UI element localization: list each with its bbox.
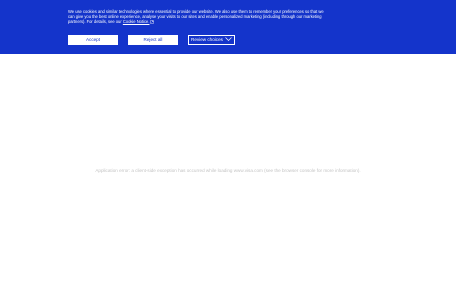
cookie-description: We use cookies and similar technologies … xyxy=(68,9,324,25)
chevron-down-icon xyxy=(225,37,232,41)
cookie-banner-text: We use cookies and similar technologies … xyxy=(68,9,326,25)
reject-all-button[interactable]: Reject all xyxy=(128,35,178,45)
cookie-notice-link[interactable]: Cookie Notice. xyxy=(123,19,150,24)
application-error-message: Application error: a client-side excepti… xyxy=(95,168,361,173)
cookie-banner: We use cookies and similar technologies … xyxy=(0,0,456,54)
external-link-icon xyxy=(150,20,155,24)
page: We use cookies and similar technologies … xyxy=(0,0,456,300)
review-choices-button[interactable]: Review choices xyxy=(188,35,235,45)
review-choices-label: Review choices xyxy=(191,37,223,42)
accept-button[interactable]: Accept xyxy=(68,35,118,45)
